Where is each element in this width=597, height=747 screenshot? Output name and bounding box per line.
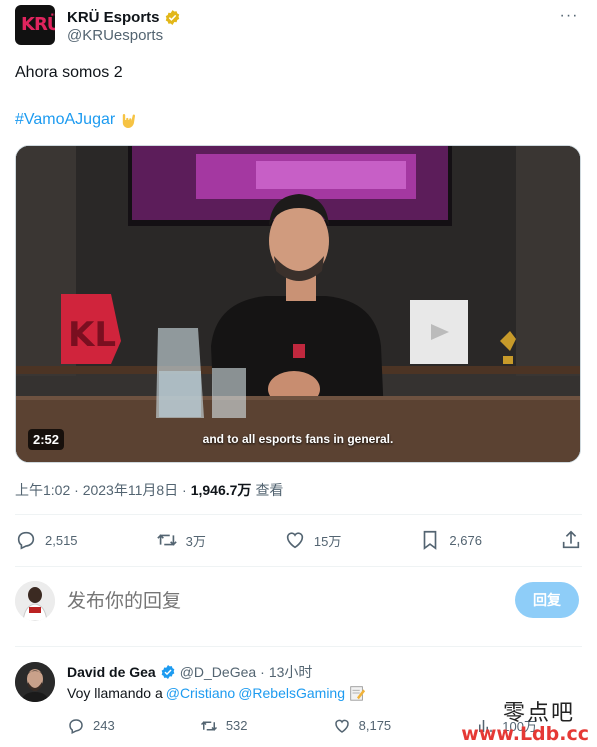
reply-icon — [17, 531, 35, 550]
reply-button[interactable]: 2,515 — [15, 529, 78, 551]
more-options-icon[interactable]: ··· — [559, 8, 579, 27]
bookmark-icon — [424, 530, 437, 550]
svg-text:KL: KL — [68, 315, 116, 355]
commenter-handle[interactable]: @D_DeGea — [180, 664, 256, 680]
comment-retweet-button[interactable]: 532 — [200, 716, 248, 735]
bookmark-count: 2,676 — [449, 532, 482, 548]
rock-hand-emoji-icon — [123, 114, 136, 128]
comment-retweet-count: 532 — [225, 718, 248, 733]
author-avatar[interactable]: KRÜ — [15, 5, 55, 45]
memo-emoji-icon — [350, 686, 366, 701]
verified-blue-icon — [161, 665, 175, 679]
views-label: 查看 — [255, 482, 284, 498]
divider — [15, 566, 582, 567]
hashtag-line: #VamoAJugar — [15, 109, 139, 131]
author-name-row: KRÜ Esports — [67, 7, 181, 27]
tweet-actions: 2,515 3万 15万 2,676 — [15, 525, 582, 555]
tweet-timestamp[interactable]: 上午1:02 · 2023年11月8日 · — [15, 480, 187, 500]
site-watermark: 零点吧 www.Ldb.cc — [461, 695, 597, 747]
divider — [15, 514, 582, 515]
author-handle[interactable]: @KRUesports — [67, 27, 163, 44]
commenter-display-name[interactable]: David de Gea — [67, 664, 156, 680]
tweet-text: Ahora somos 2 — [15, 64, 123, 81]
commenter-avatar[interactable] — [15, 662, 55, 702]
reply-count: 2,515 — [45, 532, 78, 548]
comment-text-prefix: Voy llamando a — [67, 685, 163, 701]
comment-reply-button[interactable]: 243 — [67, 716, 115, 735]
user-avatar[interactable] — [15, 581, 55, 621]
mention-cristiano[interactable]: @Cristiano — [166, 685, 235, 701]
share-button[interactable] — [560, 529, 582, 551]
retweet-button[interactable]: 3万 — [156, 529, 206, 551]
user-avatar-image — [15, 581, 55, 621]
like-button[interactable]: 15万 — [284, 529, 341, 551]
retweet-count: 3万 — [185, 533, 206, 549]
mention-rebelsgaming[interactable]: @RebelsGaming — [238, 685, 345, 701]
reply-icon — [69, 718, 83, 734]
bookmark-button[interactable]: 2,676 — [419, 529, 482, 551]
comment-time[interactable]: 13小时 — [269, 662, 313, 682]
heart-icon — [286, 532, 304, 549]
reply-submit-button[interactable]: 回复 — [515, 582, 579, 618]
commenter-name-row: David de Gea @D_DeGea · 13小时 — [67, 662, 312, 682]
video-caption: and to all esports fans in general. — [202, 432, 394, 446]
commenter-avatar-image — [15, 662, 55, 702]
tweet-header: KRÜ KRÜ Esports @KRUesports ··· — [15, 5, 585, 47]
separator-dot: · — [260, 664, 265, 680]
retweet-icon — [156, 534, 177, 546]
heart-icon — [334, 719, 349, 733]
video-thumbnail: KL — [16, 146, 580, 462]
kru-logo: KRÜ — [21, 14, 55, 35]
reply-input[interactable] — [67, 587, 467, 615]
comment-reply-count: 243 — [93, 718, 115, 733]
comment-like-button[interactable]: 8,175 — [333, 716, 392, 735]
hashtag-link[interactable]: #VamoAJugar — [15, 109, 115, 131]
retweet-icon — [200, 720, 217, 731]
like-count: 15万 — [313, 533, 342, 549]
verified-gold-icon — [165, 9, 179, 25]
tweet-meta: 上午1:02 · 2023年11月8日 · 1,946.7万 查看 — [15, 480, 283, 500]
comment-text: Voy llamando a @Cristiano @RebelsGaming — [67, 684, 366, 702]
comment-like-count: 8,175 — [358, 718, 392, 733]
reply-composer: 回复 — [15, 580, 582, 624]
watermark-bottom-text: www.Ldb.cc — [461, 723, 589, 745]
author-display-name[interactable]: KRÜ Esports — [67, 9, 160, 26]
view-count: 1,946.7万 — [190, 482, 252, 498]
divider — [15, 646, 582, 647]
video-player[interactable]: KL 2:52 and to all esports fans in gener… — [15, 145, 581, 463]
share-icon — [562, 530, 580, 549]
